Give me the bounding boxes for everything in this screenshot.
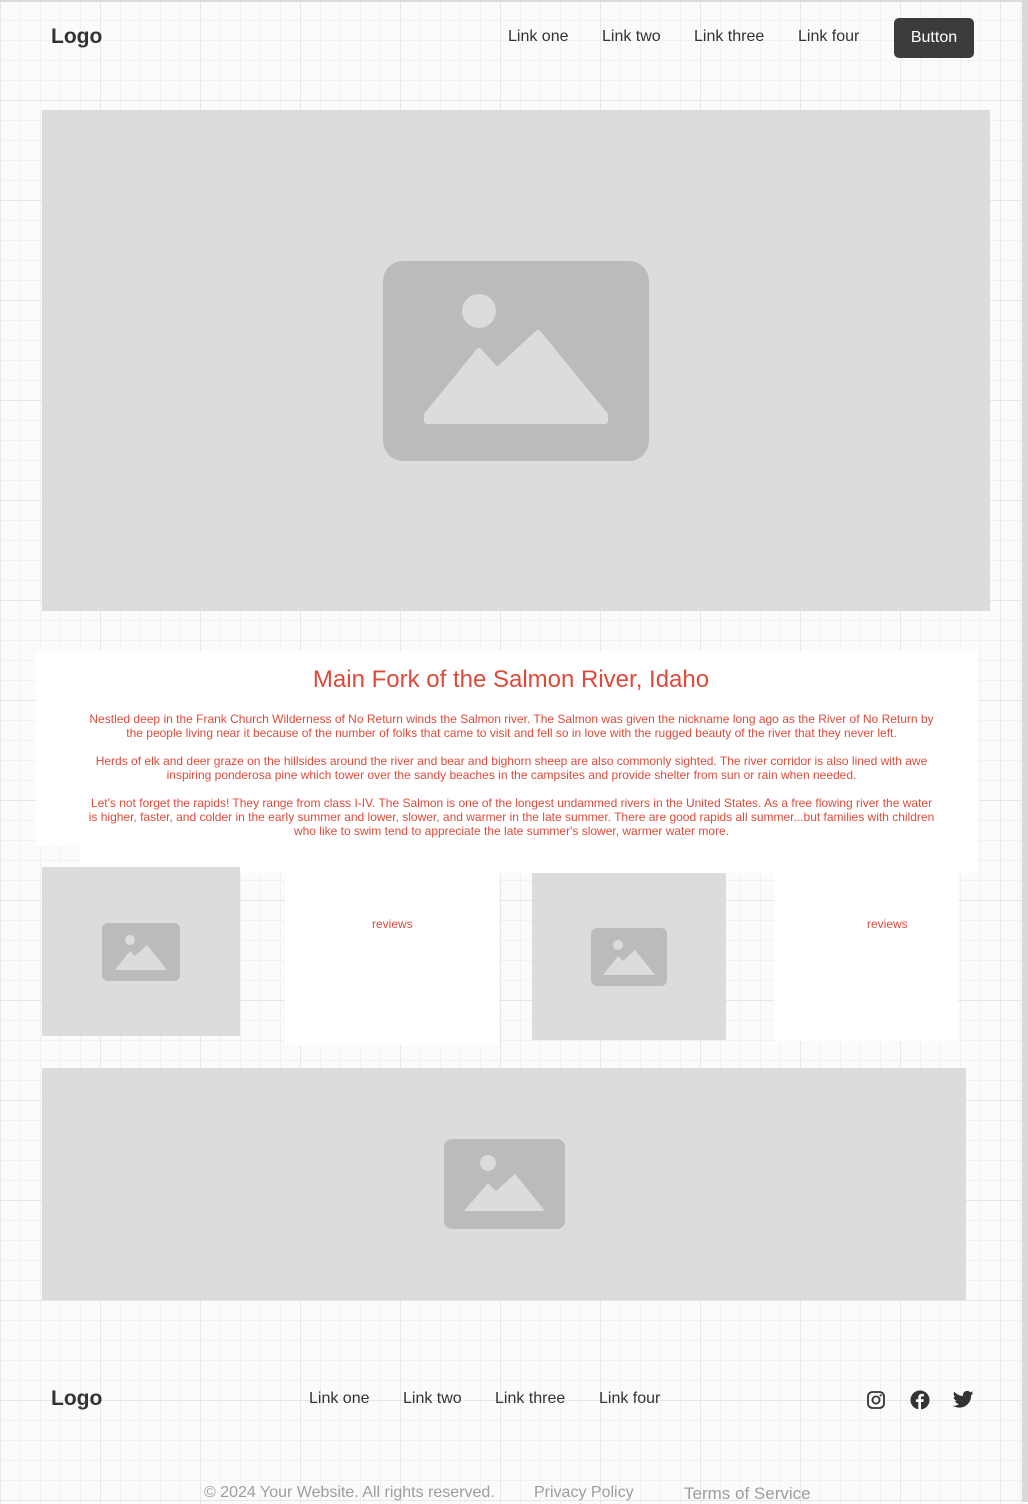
article-title: Main Fork of the Salmon River, Idaho xyxy=(312,666,710,693)
footer-logo[interactable]: Logo xyxy=(51,1387,102,1411)
image-placeholder-icon xyxy=(443,1139,565,1229)
header-logo[interactable]: Logo xyxy=(51,25,102,49)
twitter-icon[interactable] xyxy=(953,1390,974,1409)
review-card-2: reviews xyxy=(774,873,958,1041)
footer-link-two[interactable]: Link two xyxy=(403,1390,462,1408)
header-link-one[interactable]: Link one xyxy=(508,28,569,46)
hero-image xyxy=(42,110,990,611)
review-card-2-label[interactable]: reviews xyxy=(867,917,908,931)
header-link-four[interactable]: Link four xyxy=(798,28,859,46)
header-button[interactable]: Button xyxy=(894,18,974,58)
top-border xyxy=(0,0,1028,2)
scrollbar-track[interactable] xyxy=(1022,0,1028,1502)
card-image-2 xyxy=(532,873,726,1040)
image-placeholder-icon xyxy=(102,922,180,981)
copyright-text: © 2024 Your Website. All rights reserved… xyxy=(204,1484,495,1501)
article-paragraph-3: Let's not forget the rapids! They range … xyxy=(88,796,935,838)
footer-link-three[interactable]: Link three xyxy=(495,1390,565,1408)
header-link-two[interactable]: Link two xyxy=(602,28,661,46)
header-link-three[interactable]: Link three xyxy=(694,28,764,46)
image-placeholder-icon xyxy=(591,927,667,986)
footer-link-one[interactable]: Link one xyxy=(309,1390,370,1408)
instagram-icon[interactable] xyxy=(866,1390,886,1410)
privacy-policy-link[interactable]: Privacy Policy xyxy=(534,1484,634,1502)
footer-link-four[interactable]: Link four xyxy=(599,1390,660,1408)
terms-of-service-link[interactable]: Terms of Service xyxy=(684,1484,811,1504)
article-paragraph-2: Herds of elk and deer graze on the hills… xyxy=(95,754,928,782)
article-paragraph-1: Nestled deep in the Frank Church Wildern… xyxy=(89,712,934,740)
image-placeholder-icon xyxy=(383,260,649,461)
card-image-1 xyxy=(42,867,240,1036)
review-card-1-label[interactable]: reviews xyxy=(372,917,413,931)
facebook-icon[interactable] xyxy=(910,1390,930,1410)
wide-image xyxy=(42,1068,966,1300)
review-card-1: reviews xyxy=(285,873,499,1045)
